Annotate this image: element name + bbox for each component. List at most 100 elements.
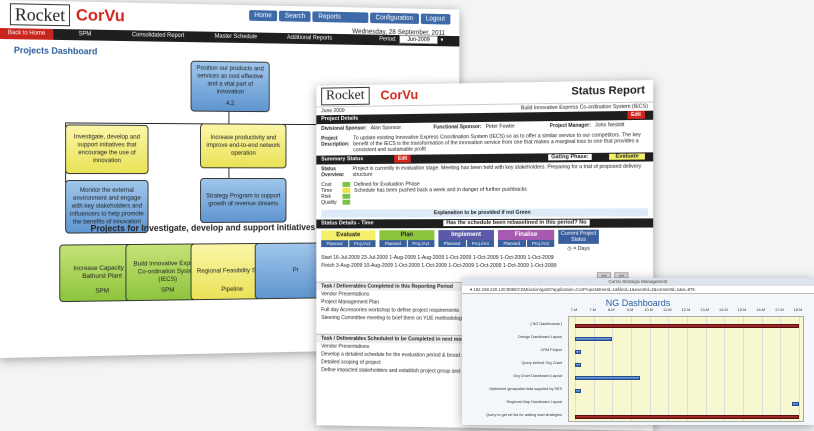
gantt-bar[interactable] xyxy=(575,363,581,367)
objective-box[interactable]: Strategy Program to support growth of re… xyxy=(200,178,287,223)
gantt-gridline xyxy=(761,317,763,421)
search-link[interactable]: Search xyxy=(279,10,311,22)
explanation-note: Explanation to be provided if not Green xyxy=(321,208,649,218)
objective-text: Increase productivity and improve end-to… xyxy=(206,134,281,157)
gantt-tick-label: 9-M xyxy=(626,308,634,312)
gantt-row-label: Regional Map Dashboard Layout xyxy=(506,400,562,404)
home-link[interactable]: Home xyxy=(248,10,278,22)
current-status: Current Project Status ◷ = Days xyxy=(558,229,599,252)
projact-header: Proj./Act xyxy=(348,240,376,248)
gantt-gridline xyxy=(743,317,744,421)
gantt-tick-label: 15-M xyxy=(737,308,747,312)
period-label: Period: xyxy=(379,36,397,43)
traffic-light-icon xyxy=(342,181,351,206)
planned-header: Planned xyxy=(379,240,407,248)
period-dropdown[interactable]: Jun-2009 xyxy=(399,35,438,45)
gantt-tick-label: 14-M xyxy=(719,308,728,312)
gantt-gridline xyxy=(631,317,632,421)
strategy-text: Position our products and services as co… xyxy=(196,65,264,96)
chevron-down-icon[interactable]: ▾ xyxy=(441,37,444,44)
phase-name: Evaluate xyxy=(321,230,376,241)
crq-note: Schedule has been pushed back a week and… xyxy=(354,186,527,194)
manager: John Nesbitt xyxy=(594,122,625,129)
date-cell: 1-Oct-2009 xyxy=(530,263,557,270)
corvu-logo: CorVu xyxy=(380,87,419,103)
period-selector: Period: Jun-2009 ▾ xyxy=(379,35,443,45)
gantt-gridline xyxy=(593,317,595,421)
functional-sponsor-label: Functional Sponsor: xyxy=(433,124,482,131)
crq-label: Quality xyxy=(321,199,337,206)
description-label: Project Description: xyxy=(321,135,350,148)
gantt-tick-label: 12-M xyxy=(681,308,691,312)
report-month: June 2009 xyxy=(321,107,345,115)
phase-name: Plan xyxy=(379,230,435,241)
rebaselined-value: No xyxy=(579,219,587,226)
nav-additional-reports[interactable]: Additional Reports xyxy=(272,33,347,45)
logout-link[interactable]: Logout xyxy=(420,13,451,25)
nav-consolidated-report[interactable]: Consolidated Report xyxy=(116,30,199,42)
planned-header: Planned xyxy=(438,240,466,248)
reports-menu[interactable]: Reports xyxy=(312,11,369,24)
back-to-home-button[interactable]: Back to Home xyxy=(0,28,54,40)
phase-finalise: Finalise Planned Proj./Act xyxy=(497,229,555,252)
gantt-row-label: [ NG Dashboards ] xyxy=(530,322,562,326)
gantt-bar[interactable] xyxy=(575,337,613,341)
page-title: Projects Dashboard xyxy=(13,45,98,57)
date-cell: 1-Oct-2009 xyxy=(421,262,447,269)
gantt-gridline xyxy=(668,317,670,421)
chevron-down-icon[interactable]: ▾ xyxy=(470,287,472,292)
date-cell: 1-Oct-2009 xyxy=(475,262,502,270)
section-status-time: Status Details - Time Has the schedule b… xyxy=(316,218,654,229)
edit-button[interactable]: Edit xyxy=(394,154,412,163)
gantt-gridline xyxy=(724,317,726,421)
gantt-tick-label: 10-M xyxy=(644,308,653,312)
connector-line xyxy=(228,109,230,124)
gantt-bar[interactable] xyxy=(575,350,581,354)
section-title: Project Details xyxy=(321,115,359,123)
address-bar[interactable]: ▾ 192.168.220.120:8080/CSM/action/gantt?… xyxy=(462,286,814,294)
description-text: To update existing Innovative Express Co… xyxy=(353,132,641,154)
gantt-row-label: CRM Project xyxy=(540,348,562,352)
gantt-tick-label: 18-M xyxy=(793,308,803,312)
date-cell: 3-Aug-2009 xyxy=(335,262,363,269)
rocket-logo: Rocket xyxy=(321,86,370,106)
phase-name: Implement xyxy=(438,229,494,241)
gantt-tick-label: 16-M xyxy=(756,308,765,312)
projact-header: Proj./Act xyxy=(526,239,555,247)
gantt-gridline xyxy=(780,317,782,421)
gantt-bar[interactable] xyxy=(575,389,581,393)
finish-label: Finish xyxy=(321,262,335,269)
rebaselined-question: Has the schedule been rebaselined in thi… xyxy=(443,219,590,227)
gantt-bar[interactable] xyxy=(575,376,641,380)
nav-spm[interactable]: SPM xyxy=(53,29,116,41)
nav-master-schedule[interactable]: Master Schedule xyxy=(200,32,272,44)
gantt-bar[interactable] xyxy=(791,402,799,406)
gantt-row-label: Query to get ref ids for adding lead str… xyxy=(486,413,562,417)
gantt-title: NG Dashboards xyxy=(605,298,671,308)
configuration-link[interactable]: Configuration xyxy=(370,12,419,24)
date-cell: 1-Oct-2009 xyxy=(472,254,499,262)
functional-sponsor: Peter Fowler xyxy=(485,123,515,130)
objective-text: Strategy Program to support growth of re… xyxy=(206,192,281,208)
edit-button[interactable]: Edit xyxy=(627,110,645,120)
section-title: Summary Status xyxy=(321,156,364,163)
gantt-bar[interactable] xyxy=(575,324,799,328)
strategy-code: 4.2 xyxy=(226,99,235,107)
report-title: Status Report xyxy=(571,84,645,98)
gantt-bar[interactable] xyxy=(575,415,799,419)
divisional-sponsor: Alan Sponsor xyxy=(370,125,402,132)
strategy-box-top[interactable]: Position our products and services as co… xyxy=(190,60,270,113)
manager-label: Project Manager: xyxy=(549,122,591,130)
gantt-row-label: Org Chart Dashboard Layout xyxy=(513,374,562,378)
gantt-tick-label: 7-M xyxy=(570,308,578,312)
objective-box[interactable]: Investigate, develop and support initiat… xyxy=(65,124,149,175)
date-cell: 1-Aug-2009 xyxy=(417,255,445,261)
gantt-plot xyxy=(568,316,804,422)
phase-evaluate: Evaluate Planned Proj./Act xyxy=(321,230,376,252)
objective-box[interactable]: Increase productivity and improve end-to… xyxy=(200,123,287,169)
gantt-gridline xyxy=(612,317,614,421)
rocket-logo: Rocket xyxy=(9,3,71,27)
crq-block: Cost Time Risk Quality Defined for Evalu… xyxy=(316,178,653,208)
planned-header: Planned xyxy=(497,239,526,247)
corvu-logo: CorVu xyxy=(75,5,125,26)
